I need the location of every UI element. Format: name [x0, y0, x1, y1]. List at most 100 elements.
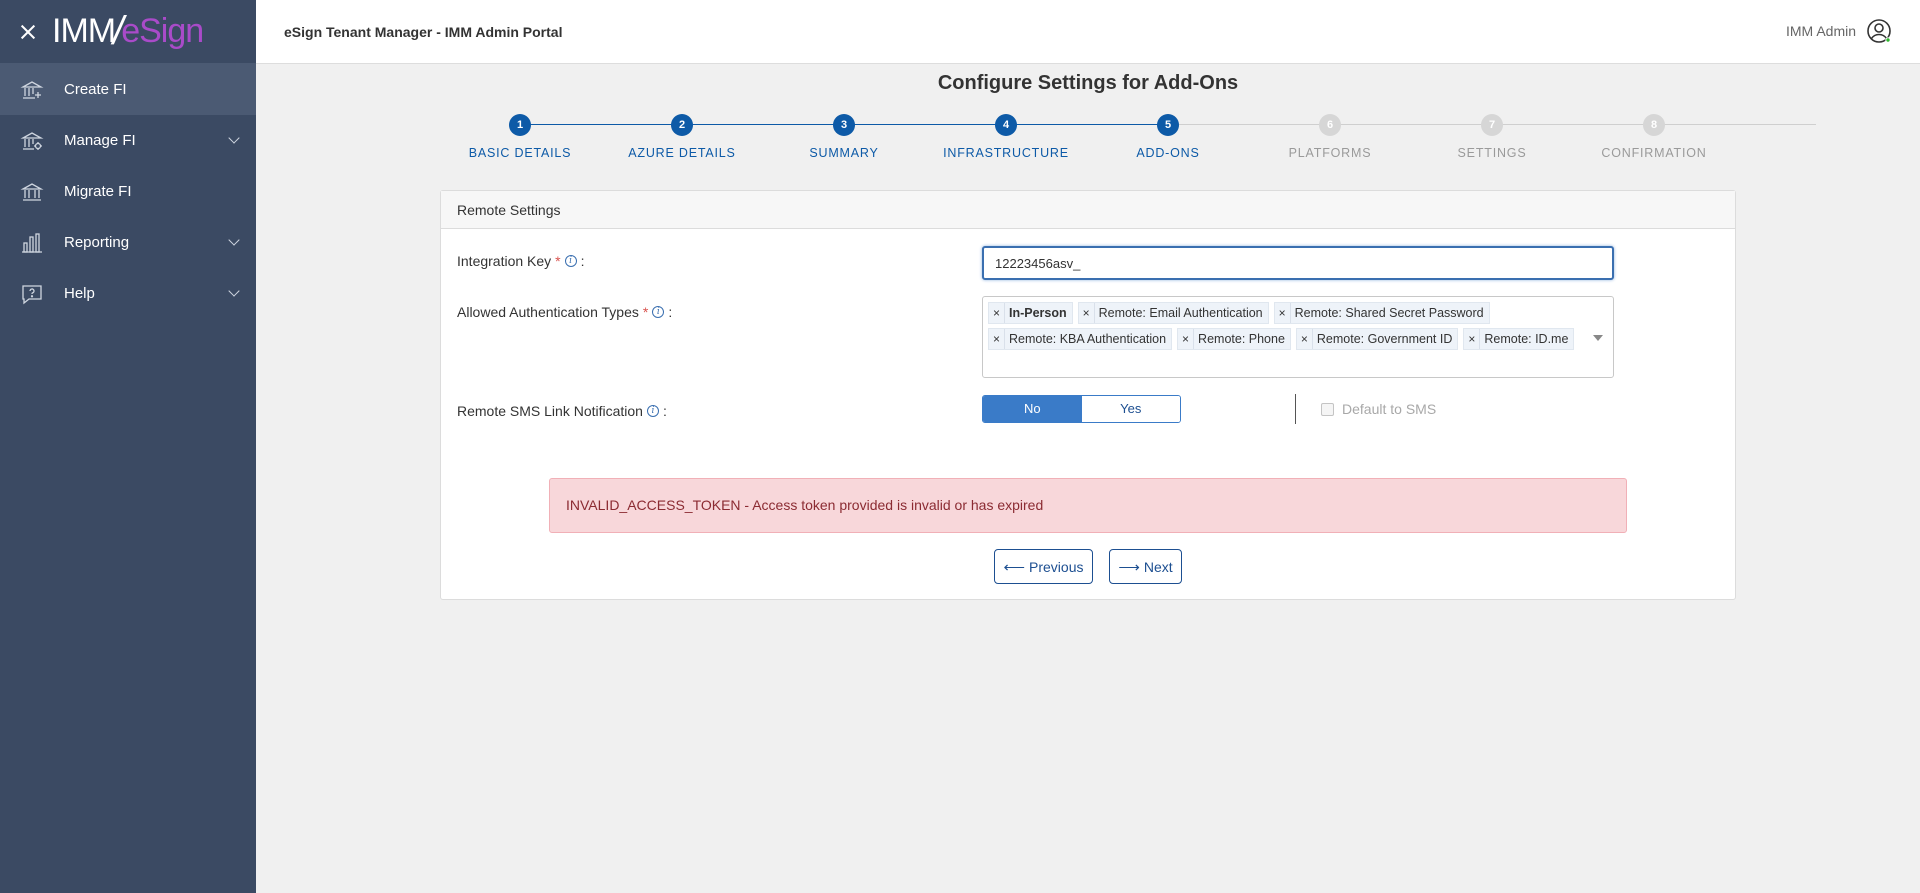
required-marker: * — [642, 304, 649, 320]
user-menu[interactable]: IMM Admin — [1786, 18, 1892, 44]
logo-esign: eSign — [121, 12, 204, 50]
tag-row: × In-Person × Remote: Email Authenticati… — [988, 301, 1613, 325]
step-azure-details[interactable]: 2 AZURE DETAILS — [601, 114, 763, 160]
previous-button[interactable]: ⟵ Previous — [994, 549, 1093, 584]
card-header: Remote Settings — [441, 191, 1735, 229]
step-label: CONFIRMATION — [1601, 146, 1707, 160]
remove-tag-icon[interactable]: × — [1464, 329, 1481, 349]
label-text: Integration Key — [457, 253, 552, 269]
step-label: SETTINGS — [1457, 146, 1527, 160]
tag-text: Remote: Phone — [1198, 332, 1285, 346]
tag-text: Remote: Government ID — [1316, 332, 1453, 346]
sidebar-item-label: Migrate FI — [64, 183, 132, 200]
remove-tag-icon[interactable]: × — [989, 329, 1005, 349]
step-label: BASIC DETAILS — [468, 146, 572, 160]
step-infrastructure[interactable]: 4 INFRASTRUCTURE — [925, 114, 1087, 160]
sms-no-option[interactable]: No — [983, 396, 1082, 422]
step-number: 6 — [1319, 114, 1341, 136]
tag-text: Remote: Shared Secret Password — [1294, 306, 1484, 320]
sidebar-item-create-fi[interactable]: Create FI — [0, 64, 256, 115]
remove-tag-icon[interactable]: × — [1079, 303, 1095, 323]
user-avatar-icon — [1867, 19, 1891, 43]
step-number: 8 — [1643, 114, 1665, 136]
step-number: 2 — [671, 114, 693, 136]
auth-types-label: Allowed Authentication Types * i : — [457, 304, 672, 320]
label-colon: : — [580, 253, 585, 269]
top-bar: eSign Tenant Manager - IMM Admin Portal … — [256, 0, 1920, 64]
next-button[interactable]: ⟶ Next — [1109, 549, 1182, 584]
label-colon: : — [668, 304, 673, 320]
step-label: PLATFORMS — [1288, 146, 1372, 160]
close-icon[interactable] — [18, 22, 38, 42]
label-text: Remote SMS Link Notification — [457, 403, 643, 419]
auth-tag: × Remote: Shared Secret Password — [1273, 302, 1490, 324]
arrow-left-icon: ⟵ — [1003, 558, 1026, 576]
auth-tag: × Remote: Email Authentication — [1077, 302, 1269, 324]
remove-tag-icon[interactable]: × — [1178, 329, 1195, 349]
step-label: INFRASTRUCTURE — [943, 146, 1069, 160]
dropdown-caret-icon[interactable] — [1593, 335, 1603, 341]
default-to-sms-checkbox[interactable]: Default to SMS — [1321, 401, 1436, 417]
sidebar: IMM / eSign Create FI Manage FI Migrate … — [0, 0, 256, 893]
step-platforms: 6 PLATFORMS — [1249, 114, 1411, 160]
sms-yes-option[interactable]: Yes — [1081, 396, 1180, 422]
auth-types-multiselect[interactable]: × In-Person × Remote: Email Authenticati… — [982, 296, 1614, 378]
tag-text: Remote: KBA Authentication — [1009, 332, 1167, 346]
tag-text: Remote: ID.me — [1484, 332, 1569, 346]
chevron-down-icon — [228, 234, 240, 246]
bar-chart-icon — [22, 232, 42, 253]
step-settings: 7 SETTINGS — [1411, 114, 1573, 160]
bank-gear-icon — [20, 131, 44, 150]
step-basic-details[interactable]: 1 BASIC DETAILS — [439, 114, 601, 160]
sms-notification-label: Remote SMS Link Notification i : — [457, 403, 667, 419]
logo: IMM / eSign — [52, 9, 204, 54]
tag-text: In-Person — [1009, 306, 1067, 320]
remove-tag-icon[interactable]: × — [989, 303, 1005, 323]
auth-tag: × Remote: KBA Authentication — [988, 328, 1173, 350]
sidebar-item-migrate-fi[interactable]: Migrate FI — [0, 166, 256, 217]
remote-settings-card: Remote Settings Integration Key * i : Al… — [440, 190, 1736, 600]
auth-tag: × In-Person — [988, 302, 1073, 324]
sidebar-item-reporting[interactable]: Reporting — [0, 217, 256, 268]
remove-tag-icon[interactable]: × — [1275, 303, 1291, 323]
bank-plus-icon — [20, 80, 44, 99]
step-number: 1 — [509, 114, 531, 136]
sidebar-header: IMM / eSign — [0, 0, 256, 64]
checkbox-box[interactable] — [1321, 402, 1334, 416]
sidebar-item-help[interactable]: Help — [0, 268, 256, 319]
label-colon: : — [662, 403, 667, 419]
sidebar-item-label: Manage FI — [64, 132, 136, 149]
user-name: IMM Admin — [1785, 23, 1856, 39]
tag-text: Remote: Email Authentication — [1098, 306, 1263, 320]
label-text: Allowed Authentication Types — [457, 304, 639, 320]
page-title: Configure Settings for Add-Ons — [937, 72, 1239, 94]
logo-imm: IMM — [52, 12, 116, 50]
step-confirmation: 8 CONFIRMATION — [1573, 114, 1735, 160]
integration-key-input[interactable] — [982, 246, 1614, 280]
info-icon[interactable]: i — [564, 255, 577, 267]
remove-tag-icon[interactable]: × — [1297, 329, 1313, 349]
error-alert: INVALID_ACCESS_TOKEN - Access token prov… — [549, 478, 1627, 533]
tag-row: × Remote: KBA Authentication × Remote: P… — [988, 327, 1613, 351]
sidebar-item-manage-fi[interactable]: Manage FI — [0, 115, 256, 166]
next-label: Next — [1143, 558, 1173, 575]
checkbox-label: Default to SMS — [1342, 401, 1437, 417]
step-label: ADD-ONS — [1136, 146, 1200, 160]
chevron-down-icon — [228, 132, 240, 144]
step-add-ons[interactable]: 5 ADD-ONS — [1087, 114, 1249, 160]
sidebar-item-label: Help — [64, 285, 95, 302]
step-summary[interactable]: 3 SUMMARY — [763, 114, 925, 160]
step-label: AZURE DETAILS — [628, 146, 736, 160]
info-icon[interactable]: i — [646, 405, 659, 417]
step-number: 5 — [1157, 114, 1179, 136]
step-number: 3 — [833, 114, 855, 136]
help-bubble-icon — [22, 284, 42, 304]
auth-tag: × Remote: ID.me — [1463, 328, 1575, 350]
info-icon[interactable]: i — [652, 306, 665, 318]
sidebar-item-label: Reporting — [64, 234, 130, 251]
sms-notification-toggle: No Yes — [982, 395, 1181, 423]
header-title: eSign Tenant Manager - IMM Admin Portal — [284, 23, 563, 40]
bank-icon — [20, 182, 44, 201]
arrow-right-icon: ⟶ — [1118, 558, 1140, 576]
auth-tag: × Remote: Phone — [1177, 328, 1291, 350]
